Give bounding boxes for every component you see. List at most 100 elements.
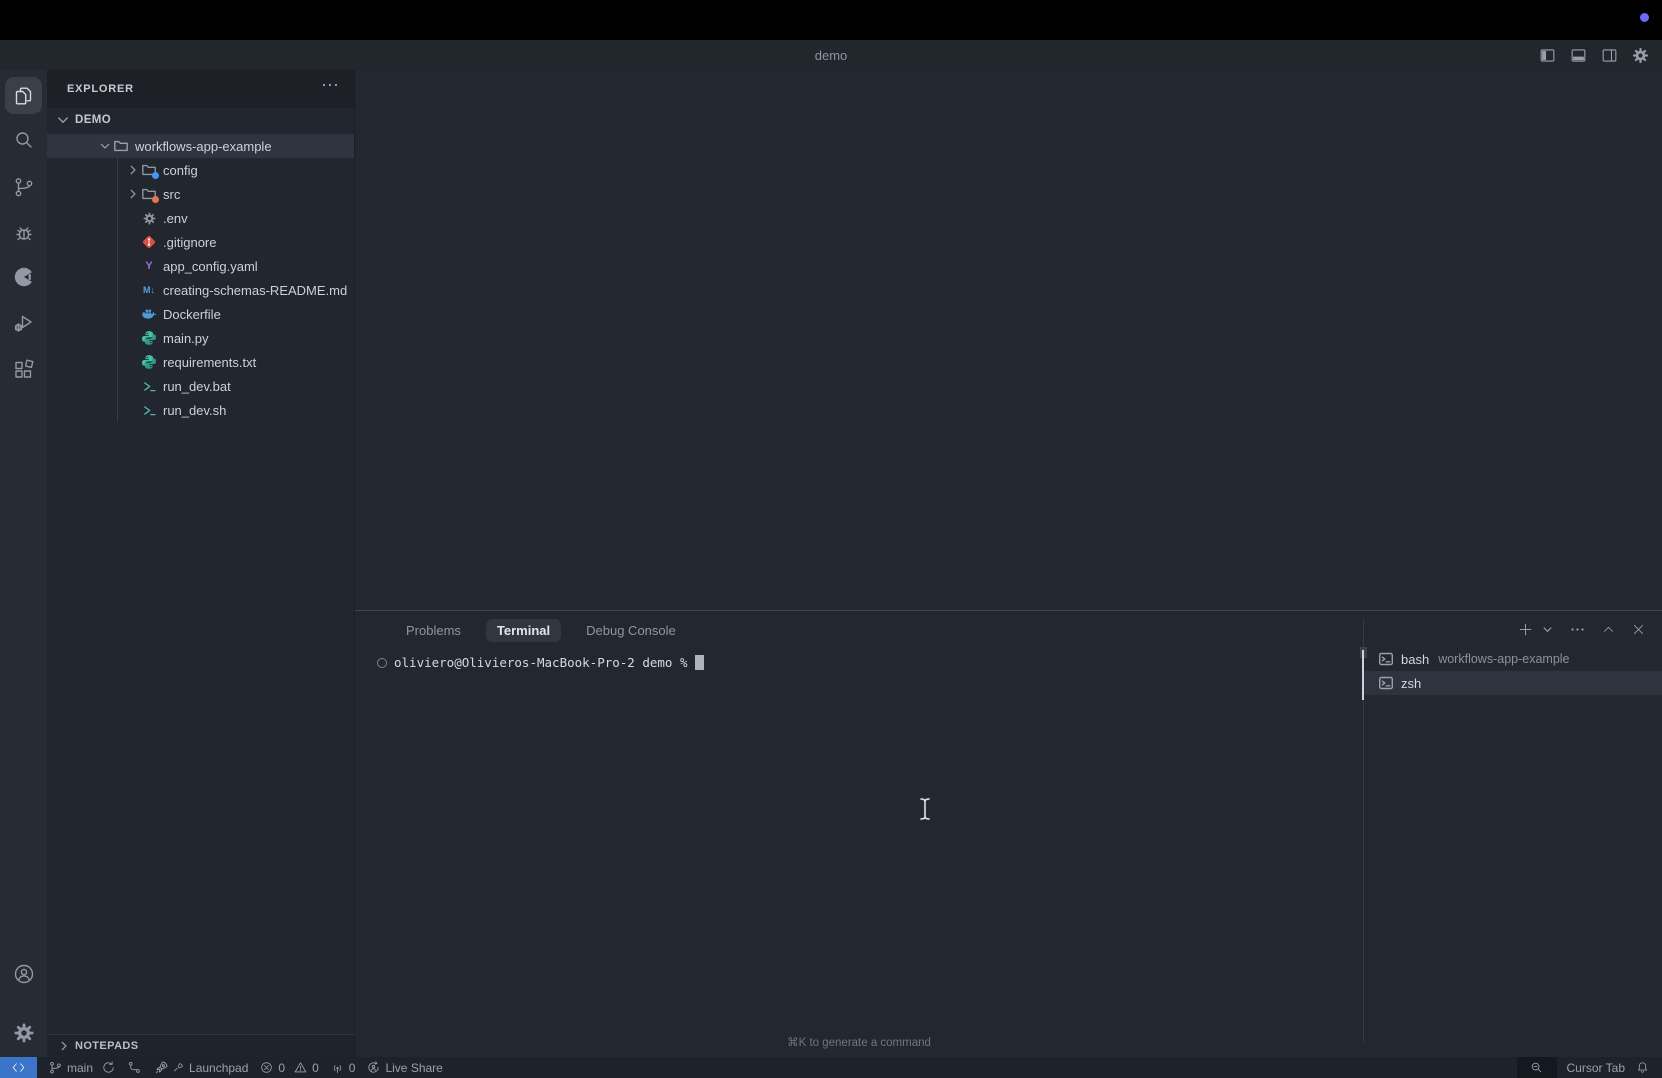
- terminal-list-item-bash[interactable]: bash workflows-app-example: [1364, 647, 1662, 671]
- toggle-secondary-sidebar-icon[interactable]: [1600, 46, 1619, 65]
- tree-row-run-dev-bat[interactable]: run_dev.bat: [47, 374, 354, 398]
- manage-settings-button[interactable]: [5, 1014, 42, 1051]
- section-demo[interactable]: DEMO: [47, 108, 354, 132]
- files-icon: [12, 84, 36, 108]
- markdown-icon: M↓: [143, 286, 155, 295]
- file-label: .env: [163, 211, 188, 226]
- bug-icon: [12, 221, 36, 245]
- accounts-button[interactable]: [5, 955, 42, 992]
- tree-row-env[interactable]: .env: [47, 206, 354, 230]
- close-panel-icon[interactable]: [1631, 622, 1646, 637]
- terminal-viewport[interactable]: oliviero@Olivieros-MacBook-Pro-2 demo % …: [355, 647, 1363, 1057]
- explorer-title: EXPLORER: [67, 83, 134, 95]
- terminal-list-item-zsh[interactable]: zsh: [1364, 671, 1662, 695]
- tree-row-app-config-yaml[interactable]: Y app_config.yaml: [47, 254, 354, 278]
- tree-row-requirements-txt[interactable]: requirements.txt: [47, 350, 354, 374]
- ports-count: 0: [349, 1061, 356, 1075]
- branch-status-item[interactable]: main: [48, 1060, 116, 1075]
- vscode-window: demo EXPLORER ⋯ DEMO: [0, 0, 1662, 1078]
- extensions-icon: [12, 358, 36, 382]
- panel-more-icon[interactable]: [1569, 621, 1586, 638]
- live-share-status-item[interactable]: Live Share: [366, 1060, 442, 1075]
- file-label: creating-schemas-README.md: [163, 283, 347, 298]
- launchpad-status-item[interactable]: Launchpad: [153, 1060, 248, 1076]
- explorer-sidebar: EXPLORER ⋯ DEMO workflows-app-example co…: [47, 70, 354, 1057]
- tree-row-readme-md[interactable]: M↓ creating-schemas-README.md: [47, 278, 354, 302]
- tree-row-gitignore[interactable]: .gitignore: [47, 230, 354, 254]
- panel-actions: [1517, 621, 1646, 638]
- cursor-tab-status-item[interactable]: Cursor Tab: [1567, 1061, 1625, 1075]
- file-label: Dockerfile: [163, 307, 221, 322]
- yaml-icon: Y: [145, 261, 152, 272]
- git-graph-icon: [127, 1060, 142, 1075]
- bottom-panel: Problems Terminal Debug Console oliviero…: [354, 610, 1662, 1057]
- activity-bar: [0, 70, 47, 1057]
- problems-status-item[interactable]: 0 0: [259, 1060, 318, 1075]
- tree-row-main-py[interactable]: main.py: [47, 326, 354, 350]
- title-bar: demo: [0, 40, 1662, 70]
- toggle-primary-sidebar-icon[interactable]: [1538, 46, 1557, 65]
- source-control-icon: [12, 175, 36, 199]
- branch-name: main: [67, 1061, 93, 1075]
- error-icon: [259, 1060, 274, 1075]
- tree-row-run-dev-sh[interactable]: run_dev.sh: [47, 398, 354, 422]
- notepads-section[interactable]: NOTEPADS: [47, 1034, 354, 1057]
- sidebar-item-source-control[interactable]: [5, 168, 42, 205]
- recording-indicator-dot: [1640, 13, 1649, 22]
- warning-icon: [293, 1060, 308, 1075]
- sidebar-item-explorer[interactable]: [5, 77, 42, 114]
- ports-icon: [330, 1060, 345, 1075]
- notepads-label: NOTEPADS: [75, 1040, 139, 1052]
- terminal-prompt-line: oliviero@Olivieros-MacBook-Pro-2 demo %: [377, 655, 704, 670]
- sidebar-item-extensions[interactable]: [5, 351, 42, 388]
- zoom-out-icon: [1529, 1060, 1544, 1075]
- ports-status-item[interactable]: 0: [330, 1060, 356, 1075]
- file-label: config: [163, 163, 198, 178]
- toggle-panel-icon[interactable]: [1569, 46, 1588, 65]
- launchpad-label: Launchpad: [189, 1061, 248, 1075]
- tab-debug-console[interactable]: Debug Console: [575, 619, 687, 642]
- sidebar-item-search[interactable]: [5, 121, 42, 158]
- zoom-status-item[interactable]: [1517, 1057, 1557, 1078]
- sidebar-item-debug[interactable]: [5, 214, 42, 251]
- terminal-icon: [1378, 651, 1394, 667]
- search-icon: [12, 128, 36, 152]
- settings-gear-icon[interactable]: [1631, 46, 1650, 65]
- terminal-profile-chevron-icon[interactable]: [1541, 623, 1554, 636]
- gear-file-icon: [142, 211, 157, 226]
- circle-notch-icon: [11, 264, 37, 290]
- tree-row-config[interactable]: config: [47, 158, 354, 182]
- maximize-panel-icon[interactable]: [1601, 622, 1616, 637]
- chevron-right-icon: [126, 163, 140, 177]
- rocket-icon: [153, 1060, 169, 1076]
- run-and-debug-icon: [12, 311, 36, 335]
- gear-icon: [12, 1021, 36, 1045]
- folder-icon: [113, 138, 129, 154]
- tree-row-dockerfile[interactable]: Dockerfile: [47, 302, 354, 326]
- python-icon: [141, 354, 157, 370]
- sidebar-item-run-and-debug[interactable]: [5, 304, 42, 341]
- file-label: requirements.txt: [163, 355, 256, 370]
- titlebar-actions: [1538, 40, 1650, 70]
- file-label: run_dev.sh: [163, 403, 226, 418]
- sidebar-item-cursor-extension[interactable]: [5, 258, 42, 295]
- status-bar-right: Cursor Tab: [1517, 1057, 1662, 1078]
- live-share-label: Live Share: [385, 1061, 442, 1075]
- tab-problems[interactable]: Problems: [395, 619, 472, 642]
- tree-row-workflows-app-example[interactable]: workflows-app-example: [47, 134, 354, 158]
- remote-indicator[interactable]: [0, 1057, 37, 1078]
- new-terminal-icon[interactable]: [1517, 621, 1534, 638]
- tree-row-src[interactable]: src: [47, 182, 354, 206]
- editor-area[interactable]: [354, 70, 1662, 610]
- terminal-prompt-text: oliviero@Olivieros-MacBook-Pro-2 demo %: [394, 655, 688, 670]
- screen-top-strip: [0, 0, 1662, 40]
- error-count: 0: [278, 1061, 285, 1075]
- bell-icon[interactable]: [1635, 1060, 1650, 1075]
- rocket-small-icon: [171, 1061, 185, 1075]
- tab-terminal[interactable]: Terminal: [486, 619, 561, 642]
- sync-icon: [101, 1060, 116, 1075]
- git-graph-status-item[interactable]: [127, 1060, 142, 1075]
- file-label: src: [163, 187, 180, 202]
- more-actions-icon[interactable]: ⋯: [321, 75, 340, 96]
- docker-whale-icon: [141, 306, 157, 322]
